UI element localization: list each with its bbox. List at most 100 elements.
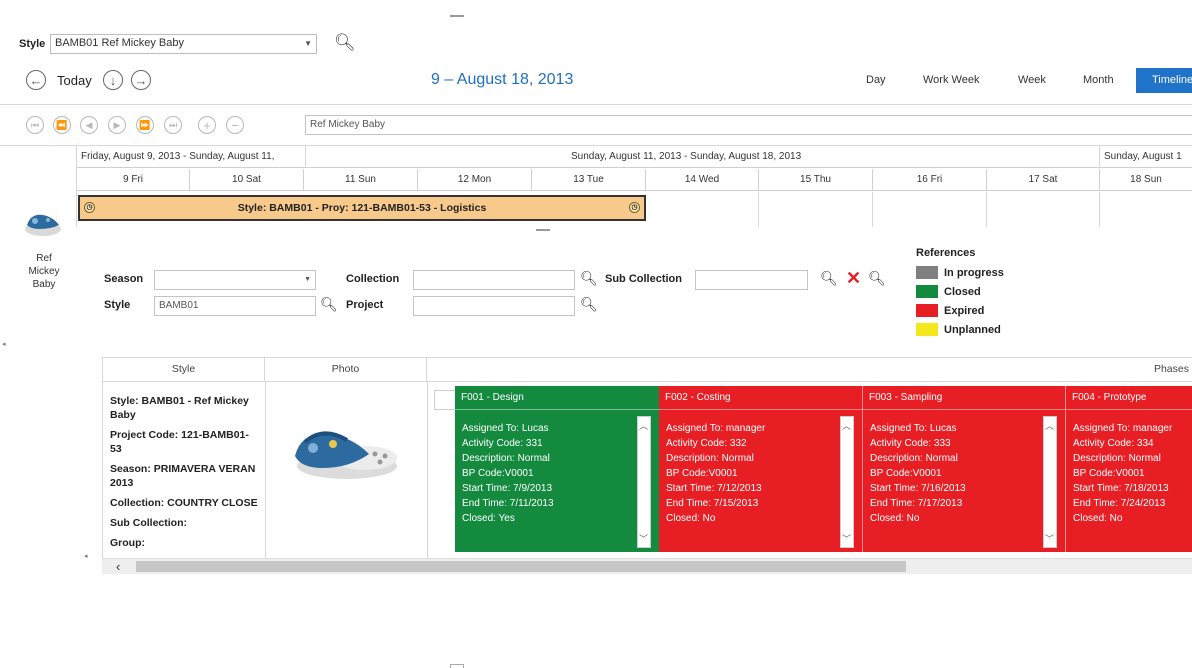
phase-line: Activity Code: 331 — [462, 438, 543, 449]
phase-details: Assigned To: manager Activity Code: 332 … — [659, 410, 862, 526]
phase-line: Assigned To: Lucas — [462, 423, 549, 434]
divider — [265, 382, 266, 558]
clear-filter-icon[interactable]: ✕ — [846, 268, 861, 289]
info-line: 53 — [110, 443, 122, 455]
divider — [1099, 145, 1100, 168]
collapse-left-icon[interactable]: ◂ — [84, 552, 88, 560]
closed-swatch — [916, 285, 938, 298]
chevron-down-icon[interactable]: ﹀ — [842, 532, 851, 545]
view-week-button[interactable]: Week — [1018, 74, 1046, 86]
collapse-left-icon[interactable]: ◂ — [2, 340, 6, 348]
resource-label: Ref Mickey Baby — [28, 253, 60, 290]
phase-card[interactable]: F004 - Prototype Assigned To: manager Ac… — [1065, 386, 1192, 552]
collection-input[interactable] — [413, 270, 575, 290]
reference-item: Expired — [916, 301, 1004, 320]
phase-title: F002 - Costing — [659, 386, 862, 410]
column-header-style: Style — [103, 358, 265, 382]
view-timeline-button[interactable]: Timeline — [1136, 68, 1192, 93]
horizontal-scrollbar[interactable]: ‹ — [102, 558, 1192, 574]
phase-line: Closed: No — [1073, 513, 1123, 524]
style-filter-input[interactable]: BAMB01 — [154, 296, 316, 316]
phase-line: End Time: 7/15/2013 — [666, 498, 759, 509]
chevron-down-icon[interactable]: ﹀ — [639, 532, 648, 545]
panel-resize-grip[interactable] — [536, 229, 550, 231]
info-line: 2013 — [110, 477, 134, 489]
timeline-event-bar[interactable]: ◷ Style: BAMB01 - Proy: 121-BAMB01-53 - … — [78, 195, 646, 221]
arrow-right-icon[interactable]: → — [131, 70, 151, 90]
phase-details: Assigned To: Lucas Activity Code: 331 De… — [455, 410, 659, 526]
zoom-in-icon[interactable]: 🔍︎ — [868, 270, 886, 287]
sub-collection-search-icon[interactable]: 🔍︎ — [820, 270, 838, 287]
info-line: Baby — [110, 409, 136, 421]
phase-line: Activity Code: 334 — [1073, 438, 1154, 449]
resource-search-input[interactable]: Ref Mickey Baby — [305, 115, 1192, 135]
reference-label: Unplanned — [944, 323, 1001, 336]
chevron-left-icon[interactable]: ‹ — [116, 559, 120, 574]
day-header: 11 Sun — [304, 169, 418, 191]
phase-card[interactable]: F001 - Design Assigned To: Lucas Activit… — [455, 386, 659, 552]
references-title: References — [916, 247, 976, 259]
info-line: Sub Collection: — [110, 517, 187, 529]
chevron-down-icon: ▼ — [304, 39, 312, 48]
phase-card[interactable]: F003 - Sampling Assigned To: Lucas Activ… — [862, 386, 1065, 552]
next-icon[interactable]: ▶ — [108, 116, 126, 134]
zoom-out-icon[interactable]: − — [226, 116, 244, 134]
project-input[interactable] — [413, 296, 575, 316]
top-resize-grip[interactable] — [450, 15, 464, 17]
phase-line: BP Code:V0001 — [462, 468, 534, 479]
phase-card[interactable]: F002 - Costing Assigned To: manager Acti… — [659, 386, 862, 552]
previous-page-icon[interactable]: ⏪ — [53, 116, 71, 134]
style-photo — [287, 418, 403, 488]
arrow-left-icon[interactable]: ← — [26, 70, 46, 90]
reference-item: In progress — [916, 263, 1004, 282]
phase-line: Start Time: 7/9/2013 — [462, 483, 553, 494]
sub-collection-input[interactable] — [695, 270, 808, 290]
phase-line: Activity Code: 333 — [870, 438, 951, 449]
previous-icon[interactable]: ◀ — [80, 116, 98, 134]
scrollbar-thumb[interactable] — [136, 561, 906, 572]
view-month-button[interactable]: Month — [1083, 74, 1114, 86]
last-icon[interactable]: ⏭ — [164, 116, 182, 134]
phase-line: Closed: Yes — [462, 513, 515, 524]
phase-line: Description: Normal — [462, 453, 550, 464]
chevron-down-icon: ▼ — [304, 276, 311, 283]
view-day-button[interactable]: Day — [866, 74, 886, 86]
phase-line: Assigned To: manager — [666, 423, 766, 434]
unplanned-swatch — [916, 323, 938, 336]
references-legend: References In progress Closed Expired Un… — [916, 247, 1004, 339]
phase-scrollbar[interactable]: ︿ ﹀ — [637, 416, 651, 548]
today-button[interactable]: Today — [57, 73, 92, 88]
reference-item: Unplanned — [916, 320, 1004, 339]
zoom-search-icon[interactable]: 🔍︎ — [334, 33, 356, 53]
chevron-down-icon[interactable]: ﹀ — [1045, 532, 1054, 545]
phase-line: Closed: No — [870, 513, 920, 524]
arrow-down-icon[interactable]: ↓ — [103, 70, 123, 90]
bottom-resize-grip[interactable] — [450, 664, 464, 668]
collection-search-icon[interactable]: 🔍︎ — [580, 270, 598, 287]
row-selector[interactable] — [434, 390, 456, 410]
view-workweek-button[interactable]: Work Week — [923, 74, 979, 86]
first-icon[interactable]: ⏮ — [26, 116, 44, 134]
phase-line: Description: Normal — [1073, 453, 1161, 464]
next-page-icon[interactable]: ⏩ — [136, 116, 154, 134]
phase-scrollbar[interactable]: ︿ ﹀ — [840, 416, 854, 548]
phase-scrollbar[interactable]: ︿ ﹀ — [1043, 416, 1057, 548]
season-select[interactable]: ▼ — [154, 270, 316, 290]
divider — [986, 192, 987, 227]
phase-line: Closed: No — [666, 513, 716, 524]
phase-line: Assigned To: Lucas — [870, 423, 957, 434]
chevron-up-icon[interactable]: ︿ — [1045, 419, 1054, 432]
phase-line: Description: Normal — [870, 453, 958, 464]
in-progress-swatch — [916, 266, 938, 279]
info-line: Season: PRIMAVERA VERAN — [110, 463, 256, 475]
style-combo[interactable]: BAMB01 Ref Mickey Baby ▼ — [50, 34, 317, 54]
phase-details: Assigned To: manager Activity Code: 334 … — [1066, 410, 1192, 526]
zoom-in-icon[interactable]: + — [198, 116, 216, 134]
chevron-up-icon[interactable]: ︿ — [639, 419, 648, 432]
project-search-icon[interactable]: 🔍︎ — [580, 296, 598, 313]
phases-grid: Style Photo Phases Style: BAMB01 - Ref M… — [102, 357, 1192, 558]
chevron-up-icon[interactable]: ︿ — [842, 419, 851, 432]
style-search-icon[interactable]: 🔍︎ — [320, 296, 338, 313]
date-title: 9 – August 18, 2013 — [431, 71, 574, 88]
style-combo-value: BAMB01 Ref Mickey Baby — [55, 37, 184, 49]
